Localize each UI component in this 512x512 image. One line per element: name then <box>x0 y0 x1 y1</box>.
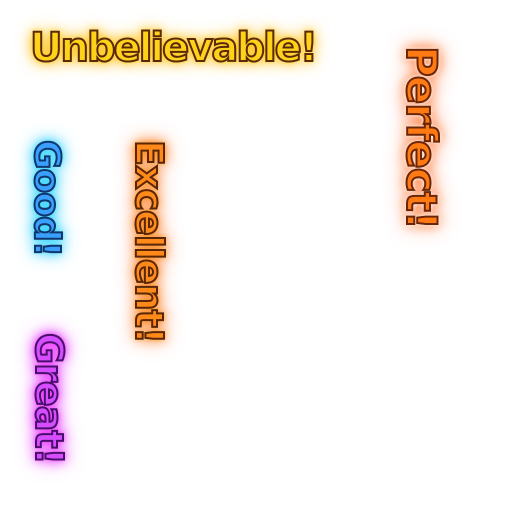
great-popup-text: Great! <box>26 332 72 465</box>
perfect-popup-text: Perfect! <box>396 45 447 230</box>
unbelievable-popup-text: Unbelievable! <box>29 25 319 71</box>
praise-text-sprite-sheet: Unbelievable! Perfect! Good! Excellent! … <box>0 0 512 512</box>
good-popup-text: Good! <box>25 139 68 257</box>
excellent-popup-text: Excellent! <box>126 139 172 344</box>
